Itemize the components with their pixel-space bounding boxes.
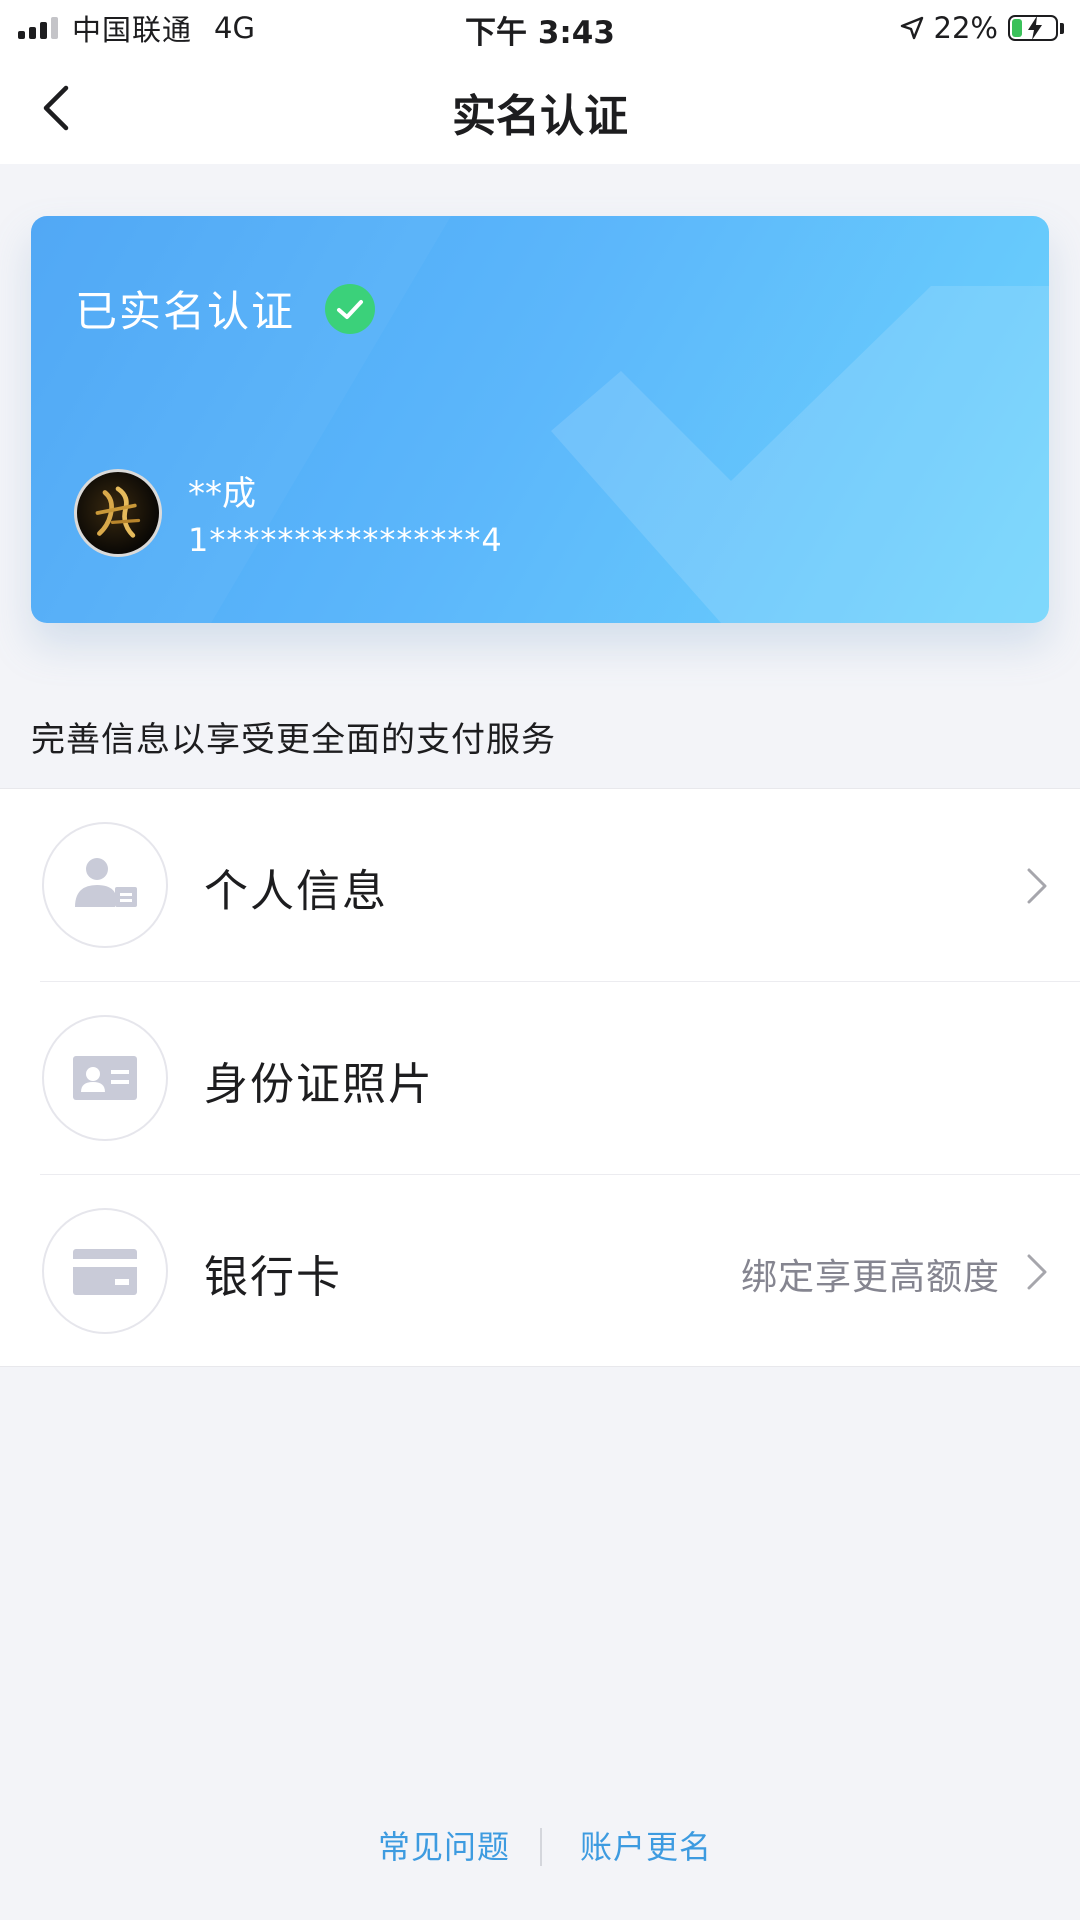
check-badge-icon <box>325 283 376 334</box>
list-item-label: 个人信息 <box>204 866 388 917</box>
list-item-label: 银行卡 <box>204 1252 342 1303</box>
account-rename-link[interactable]: 账户更名 <box>580 1822 712 1868</box>
status-bar: 中国联通 4G 下午 3:43 22% <box>0 0 1080 54</box>
info-list: 个人信息 身份证照片 银行卡 绑定享更高额度 <box>0 788 1080 1367</box>
verified-status: 已实名认证 <box>75 278 376 339</box>
user-name: **成 <box>188 474 256 514</box>
user-id-number: 1****************4 <box>188 521 503 559</box>
person-card-icon <box>75 858 137 907</box>
bank-card-icon <box>73 1249 137 1295</box>
footer-separator <box>540 1828 542 1866</box>
chevron-right-icon <box>1027 868 1047 904</box>
chevron-right-icon <box>1027 1254 1047 1290</box>
list-item-bank-card[interactable]: 银行卡 绑定享更高额度 <box>0 1175 1080 1367</box>
list-item-label: 身份证照片 <box>204 1059 434 1110</box>
battery-icon <box>1008 15 1058 41</box>
status-bar-right: 22% <box>900 8 1064 48</box>
page-title: 实名认证 <box>452 91 628 142</box>
list-item-personal-info[interactable]: 个人信息 <box>0 789 1080 981</box>
battery-percent: 22% <box>933 11 998 45</box>
faq-link[interactable]: 常见问题 <box>378 1822 510 1868</box>
verification-card: 已实名认证 **成 1****************4 <box>31 216 1049 623</box>
bank-card-hint: 绑定享更高额度 <box>740 1257 1000 1298</box>
info-text: 完善信息以享受更全面的支付服务 <box>31 720 556 760</box>
id-card-icon <box>73 1056 137 1100</box>
avatar <box>74 469 162 557</box>
battery-tip <box>1060 22 1064 34</box>
navigation-bar: 实名认证 <box>0 54 1080 164</box>
location-arrow-icon <box>900 16 923 40</box>
list-item-id-photo[interactable]: 身份证照片 <box>0 982 1080 1174</box>
icon-circle <box>42 822 168 948</box>
icon-circle <box>42 1015 168 1141</box>
verified-status-text: 已实名认证 <box>75 287 296 336</box>
footer-links: 常见问题 账户更名 <box>0 1822 1080 1872</box>
icon-circle <box>42 1208 168 1334</box>
